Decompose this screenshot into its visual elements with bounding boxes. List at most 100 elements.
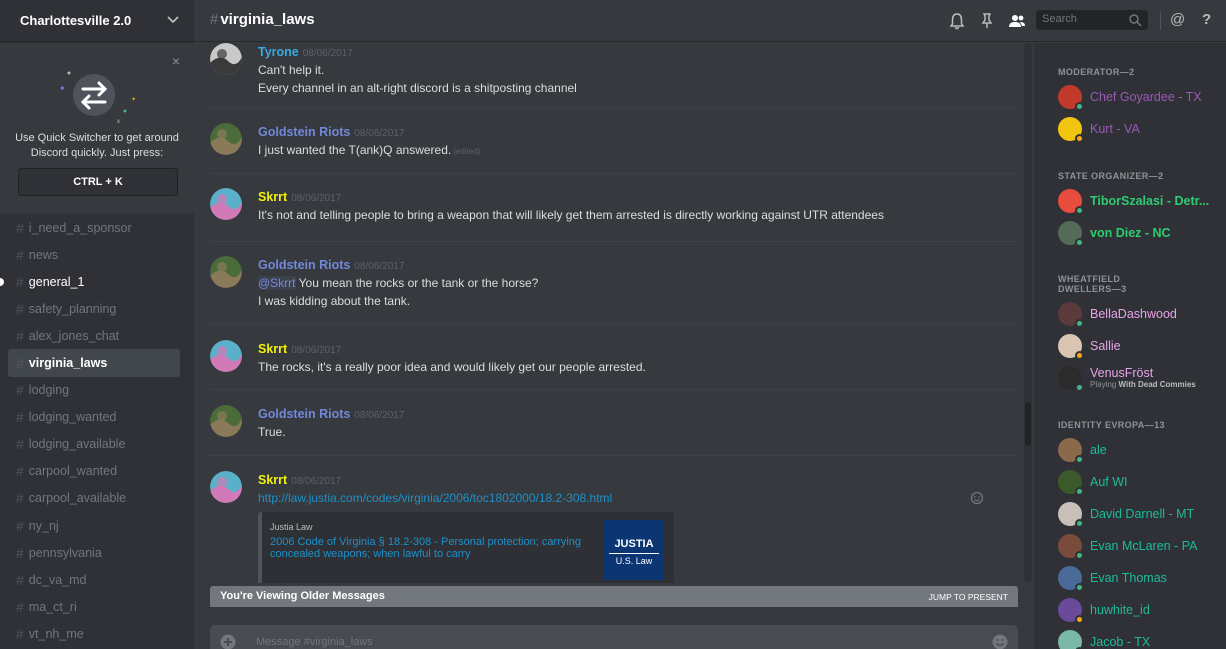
channel-item-lodging_available[interactable]: # lodging_available [8, 431, 180, 458]
channel-label: lodging_available [28, 437, 126, 452]
member-item[interactable]: Evan Thomas [1058, 566, 1226, 594]
member-item[interactable]: Auf WI [1058, 470, 1226, 498]
member-activity: Playing With Dead Commies [1090, 380, 1196, 389]
avatar[interactable] [210, 188, 242, 220]
svg-text:✦: ✦ [131, 96, 136, 103]
embed-title-link[interactable]: 2006 Code of Virginia § 18.2-308 - Perso… [270, 536, 590, 560]
member-name: Evan McLaren - PA [1090, 539, 1198, 553]
username[interactable]: Goldstein Riots [258, 258, 350, 272]
message-text: It's not and telling people to bring a w… [258, 206, 998, 224]
avatar[interactable] [210, 340, 242, 372]
hash-icon: # [16, 327, 24, 344]
channel-item-alex_jones_chat[interactable]: # alex_jones_chat [8, 322, 180, 349]
scrollbar-track[interactable] [1024, 43, 1032, 583]
avatar[interactable] [210, 405, 242, 437]
channel-item-ny_nj[interactable]: # ny_nj [8, 512, 180, 539]
channel-item-ma_ct_ri[interactable]: # ma_ct_ri [8, 593, 180, 620]
message-input[interactable]: Message #virginia_laws [256, 636, 373, 648]
username[interactable]: Skrrt [258, 473, 287, 487]
member-item[interactable]: Evan McLaren - PA [1058, 534, 1226, 562]
username[interactable]: Goldstein Riots [258, 407, 350, 421]
older-messages-text: You're Viewing Older Messages [220, 590, 385, 602]
header-divider [1160, 12, 1161, 30]
search-icon [1129, 14, 1142, 27]
username[interactable]: Skrrt [258, 342, 287, 356]
channel-item-carpool_wanted[interactable]: # carpool_wanted [8, 458, 180, 485]
avatar[interactable] [210, 256, 242, 288]
channel-item-safety_planning[interactable]: # safety_planning [8, 295, 180, 322]
message-body: Skrrt 08/06/2017 http://law.justia.com/cod… [258, 471, 998, 507]
member-item[interactable]: Sallie [1058, 334, 1226, 362]
member-name: Kurt - VA [1090, 122, 1140, 136]
channel-item-carpool_available[interactable]: # carpool_available [8, 485, 180, 512]
members-icon[interactable] [1008, 12, 1026, 30]
member-item[interactable]: VenusFröst Playing With Dead Commies [1058, 366, 1226, 394]
upload-plus-icon[interactable] [220, 634, 236, 649]
message-text: True. [258, 423, 998, 441]
member-item[interactable]: Chef Goyardee - TX [1058, 85, 1226, 113]
member-name: VenusFröst [1090, 366, 1154, 380]
status-indicator [1075, 487, 1084, 496]
member-name: huwhite_id [1090, 603, 1150, 617]
help-icon[interactable]: ? [1202, 11, 1220, 29]
channel-item-pennsylvania[interactable]: # pennsylvania [8, 539, 180, 566]
member-item[interactable]: von Diez - NC [1058, 221, 1226, 249]
member-item[interactable]: TiborSzalasi - Detr... [1058, 189, 1226, 217]
channel-list: # i_need_a_sponsor # news # general_1 # safety_… [0, 214, 180, 648]
mention-icon[interactable]: @ [1170, 11, 1188, 29]
username[interactable]: Goldstein Riots [258, 125, 350, 139]
member-name: David Darnell - MT [1090, 507, 1195, 521]
channel-label: ma_ct_ri [28, 599, 77, 614]
channel-item-vt_nh_me[interactable]: # vt_nh_me [8, 620, 180, 647]
channel-label: carpool_wanted [28, 464, 118, 479]
member-item[interactable]: BellaDashwood [1058, 302, 1226, 330]
close-icon[interactable]: × [172, 53, 180, 69]
edited-tag: (edited) [453, 147, 481, 156]
embed-thumbnail[interactable]: JUSTIA U.S. Law [604, 520, 664, 580]
member-item[interactable]: Kurt - VA [1058, 117, 1226, 145]
jump-to-present-button[interactable]: JUMP TO PRESENT [929, 592, 1008, 602]
message-line: Can't help it. [258, 63, 325, 77]
message-composer[interactable]: Message #virginia_laws [210, 625, 1018, 649]
channel-item-lodging_wanted[interactable]: # lodging_wanted [8, 404, 180, 431]
username[interactable]: Skrrt [258, 190, 287, 204]
chevron-down-icon[interactable] [166, 12, 180, 26]
pin-icon[interactable] [978, 12, 996, 30]
bell-icon[interactable] [948, 12, 966, 30]
channel-item-general_1[interactable]: # general_1 [0, 268, 180, 295]
user-mention[interactable]: @Skrrt [258, 276, 296, 290]
message-body: Skrrt 08/06/2017 It's not and telling peop… [258, 188, 998, 224]
avatar[interactable] [210, 43, 242, 75]
emoji-icon[interactable] [992, 634, 1008, 649]
guild-header[interactable]: Charlottesville 2.0 [0, 0, 194, 42]
message-body: Tyrone 08/06/2017 Can't help it. Every chan… [258, 43, 998, 97]
channel-item-lodging[interactable]: # lodging [8, 377, 180, 404]
scrollbar-thumb[interactable] [1025, 402, 1031, 446]
channel-item-dc_va_md[interactable]: # dc_va_md [8, 566, 180, 593]
status-indicator [1075, 519, 1084, 528]
guild-name: Charlottesville 2.0 [20, 13, 132, 28]
avatar[interactable] [210, 123, 242, 155]
channel-label: alex_jones_chat [28, 328, 120, 343]
hash-icon: # [16, 598, 24, 615]
role-header: WHEATFIELD DWELLERS—3 [1058, 274, 1127, 294]
message-link[interactable]: http://law.justia.com/codes/virginia/200… [258, 489, 998, 507]
quick-switcher-text: Use Quick Switcher to get around Discord… [15, 132, 179, 159]
member-item[interactable]: ale [1058, 438, 1226, 466]
channel-item-i_need_a_sponsor[interactable]: # i_need_a_sponsor [8, 214, 180, 241]
search-input[interactable]: Search [1036, 10, 1148, 30]
member-item[interactable]: Jacob - TX [1058, 630, 1226, 649]
timestamp: 08/06/2017 [354, 261, 405, 272]
add-reaction-icon[interactable] [970, 491, 984, 505]
message-line: I was kidding about the tank. [258, 294, 411, 308]
message-line: The rocks, it's a really poor idea and w… [258, 360, 646, 374]
username[interactable]: Tyrone [258, 45, 299, 59]
avatar[interactable] [210, 471, 242, 503]
channel-item-news[interactable]: # news [8, 241, 180, 268]
message-list: Tyrone 08/06/2017 Can't help it. Every chan… [194, 43, 1032, 583]
channel-item-virginia_laws[interactable]: # virginia_laws [8, 349, 180, 377]
channel-title: # virginia_laws [210, 11, 315, 28]
member-item[interactable]: huwhite_id [1058, 598, 1226, 626]
timestamp: 08/06/2017 [302, 48, 353, 59]
member-item[interactable]: David Darnell - MT [1058, 502, 1226, 530]
